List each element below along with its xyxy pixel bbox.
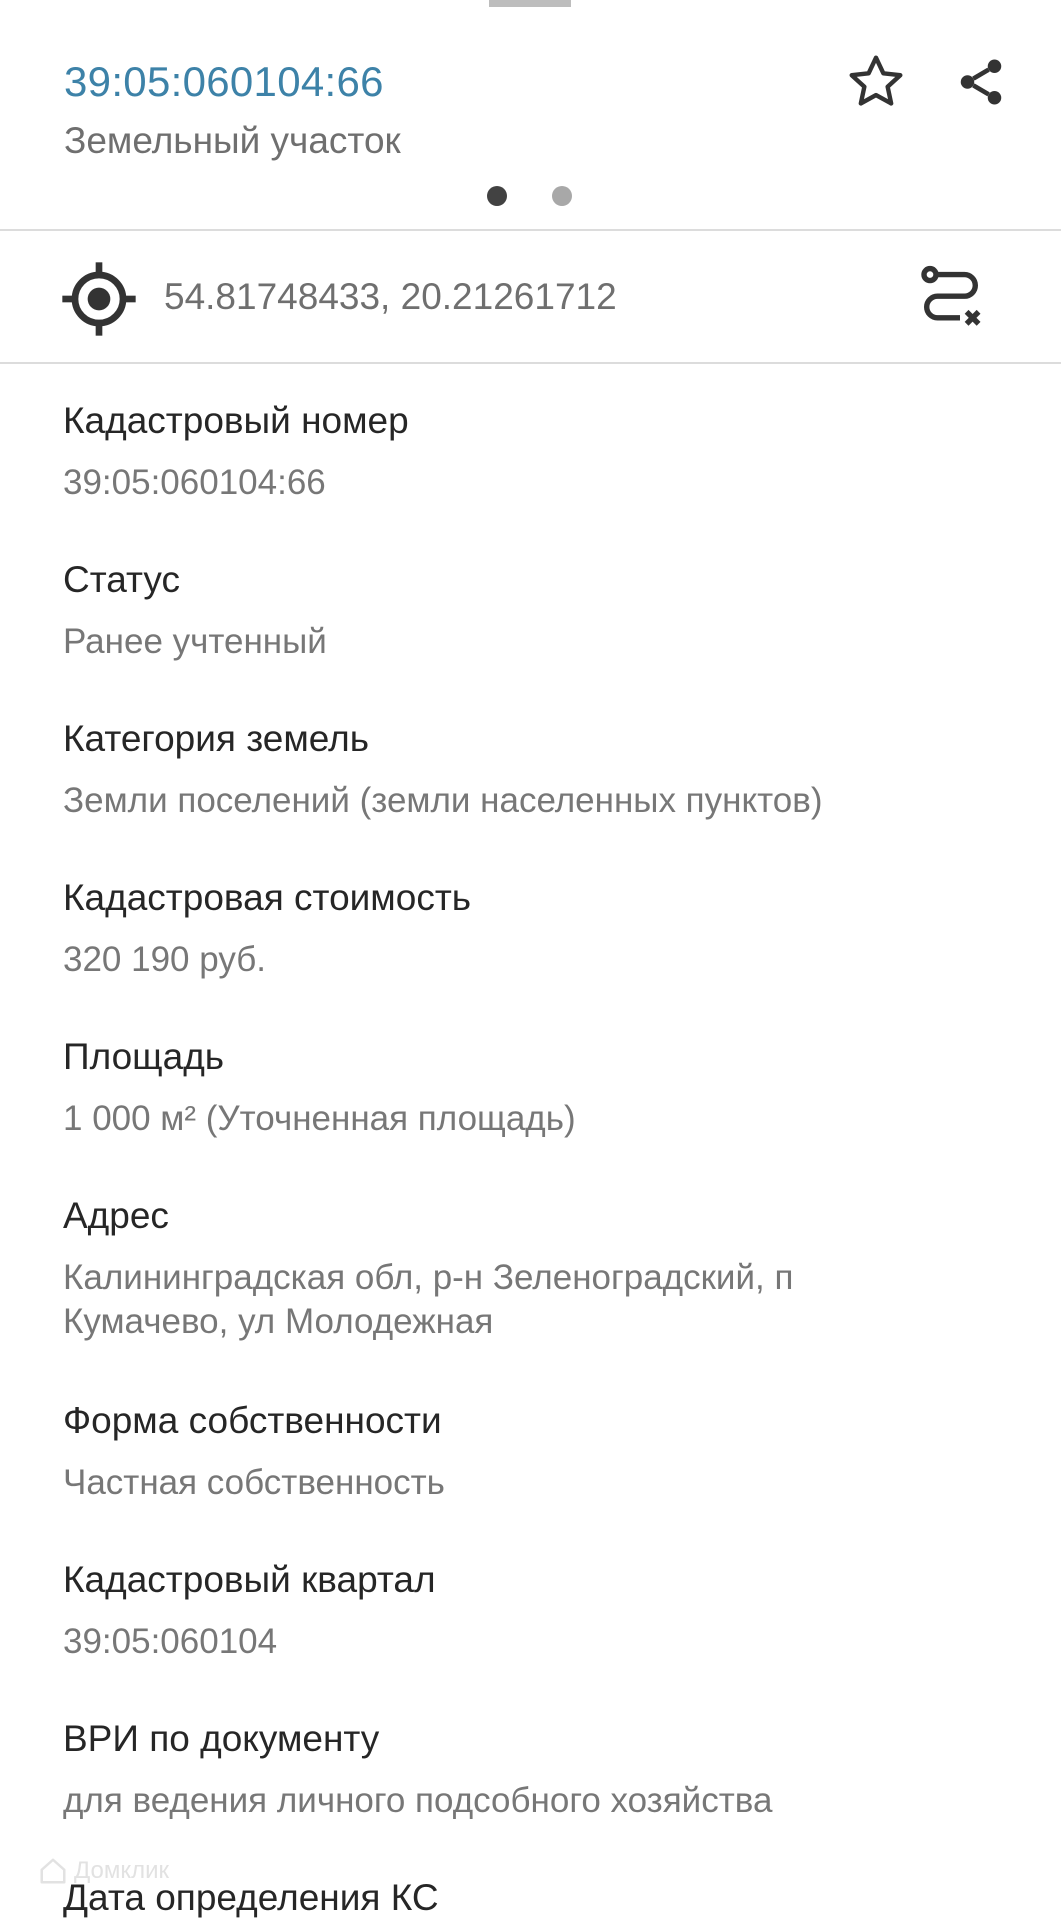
route-clear-icon <box>921 265 981 326</box>
page-dot[interactable] <box>552 186 572 206</box>
page-dot-active[interactable] <box>487 186 507 206</box>
property-value[interactable]: 39:05:060104:66 <box>63 461 923 505</box>
property-label: Дата определения КС <box>63 1877 439 1918</box>
crosshair-gps-icon <box>62 262 136 336</box>
page-subtitle: Земельный участок <box>64 120 401 161</box>
property-permitted-use: ВРИ по документу для ведения личного под… <box>63 1716 1023 1875</box>
property-label: Площадь <box>63 1036 225 1077</box>
property-cadastral-number: Кадастровый номер 39:05:060104:66 <box>63 398 1023 557</box>
property-label: Кадастровый квартал <box>63 1559 436 1600</box>
page-title: 39:05:060104:66 <box>64 58 384 105</box>
property-label: Статус <box>63 559 180 600</box>
share-icon <box>960 59 1002 105</box>
property-label: Форма собственности <box>63 1400 442 1441</box>
share-button[interactable] <box>948 46 1014 118</box>
property-area: Площадь 1 000 м² (Уточненная площадь) <box>63 1034 1023 1193</box>
property-address: Адрес Калининградская обл, р-н Зеленогра… <box>63 1193 1023 1398</box>
property-ownership-form: Форма собственности Частная собственност… <box>63 1398 1023 1557</box>
sheet-header: 39:05:060104:66 Земельный участок <box>0 0 1061 229</box>
property-value[interactable]: Частная собственность <box>63 1461 923 1505</box>
watermark-text: Домклик <box>74 1857 170 1884</box>
property-label: Кадастровая стоимость <box>63 877 472 918</box>
favorite-button[interactable] <box>840 46 912 118</box>
property-land-category: Категория земель Земли поселений (земли … <box>63 716 1023 875</box>
coordinates-row: 54.81748433, 20.21261712 <box>0 231 1061 362</box>
property-label: Кадастровый номер <box>63 400 409 441</box>
property-value[interactable]: Ранее учтенный <box>63 620 923 664</box>
page-indicator <box>0 186 1061 208</box>
property-value[interactable]: Калининградская обл, р-н Зеленоградский,… <box>63 1256 923 1344</box>
property-cadastral-value: Кадастровая стоимость 320 190 руб. <box>63 875 1023 1034</box>
property-value[interactable]: 1 000 м² (Уточненная площадь) <box>63 1097 923 1141</box>
property-status: Статус Ранее учтенный <box>63 557 1023 716</box>
property-value[interactable]: 39:05:060104 <box>63 1620 923 1664</box>
property-value[interactable]: для ведения личного подсобного хозяйства <box>63 1779 923 1823</box>
coordinates-text[interactable]: 54.81748433, 20.21261712 <box>164 276 617 318</box>
property-label: Категория земель <box>63 718 370 759</box>
property-value[interactable]: Земли поселений (земли населенных пункто… <box>63 779 923 823</box>
logo-icon <box>40 1858 66 1884</box>
property-label: Адрес <box>63 1195 169 1236</box>
locate-button[interactable] <box>58 261 140 337</box>
watermark: Домклик <box>38 1856 169 1886</box>
coordinates-divider <box>0 362 1061 364</box>
star-outline-icon <box>849 55 903 106</box>
property-valuation-date: Дата определения КС <box>63 1875 1023 1921</box>
property-label: ВРИ по документу <box>63 1718 380 1759</box>
route-button[interactable] <box>912 259 990 337</box>
property-list: Кадастровый номер 39:05:060104:66 Статус… <box>63 398 1023 1921</box>
property-value[interactable]: 320 190 руб. <box>63 938 923 982</box>
property-cadastral-quarter: Кадастровый квартал 39:05:060104 <box>63 1557 1023 1716</box>
